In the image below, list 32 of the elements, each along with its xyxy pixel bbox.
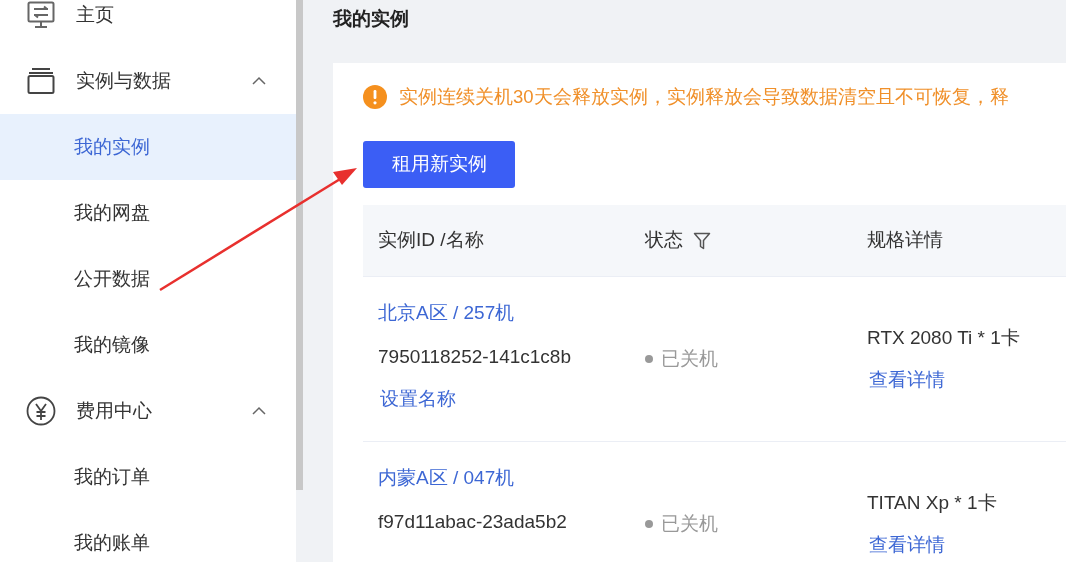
spec-text: TITAN Xp * 1卡 — [867, 490, 998, 515]
rent-instance-button[interactable]: 租用新实例 — [363, 141, 515, 188]
sidebar-item[interactable]: 我的实例 — [0, 114, 296, 180]
yen-icon — [26, 396, 56, 426]
scrollbar[interactable] — [296, 0, 303, 490]
column-header: 状态 — [645, 228, 683, 253]
sidebar-group[interactable]: 主页 — [0, 0, 296, 48]
sidebar-group[interactable]: 实例与数据 — [0, 48, 296, 114]
status-text: 已关机 — [661, 511, 718, 536]
tray-icon — [27, 67, 55, 95]
sidebar-item[interactable]: 我的订单 — [0, 444, 296, 510]
sidebar-item[interactable]: 我的镜像 — [0, 312, 296, 378]
instance-id: f97d11abac-23ada5b2 — [378, 510, 568, 534]
warning-icon — [363, 85, 387, 109]
sidebar-item[interactable]: 公开数据 — [0, 246, 296, 312]
instance-id: 7950118252-141c1c8b — [378, 345, 572, 369]
page-title: 我的实例 — [333, 7, 410, 31]
instance-region-link[interactable]: 内蒙A区 / 047机 — [378, 464, 645, 508]
spec-text: RTX 2080 Ti * 1卡 — [867, 325, 1021, 350]
sidebar-group[interactable]: 费用中心 — [0, 378, 296, 444]
warning-message: 实例连续关机30天会释放实例，实例释放会导致数据清空且不可恢复，释 — [399, 85, 1009, 110]
column-header: 规格详情 — [867, 228, 943, 253]
monitor-icon — [27, 1, 55, 29]
status-text: 已关机 — [661, 346, 718, 371]
set-name-link[interactable]: 设置名称 — [378, 385, 645, 414]
view-details-link[interactable]: 查看详情 — [867, 530, 1066, 560]
instance-region-link[interactable]: 北京A区 / 257机 — [378, 299, 645, 343]
filter-icon[interactable] — [693, 231, 711, 250]
sidebar-item[interactable]: 我的网盘 — [0, 180, 296, 246]
column-header: 实例ID /名称 — [378, 228, 484, 253]
sidebar-item[interactable]: 我的账单 — [0, 510, 296, 562]
view-details-link[interactable]: 查看详情 — [867, 365, 1066, 395]
